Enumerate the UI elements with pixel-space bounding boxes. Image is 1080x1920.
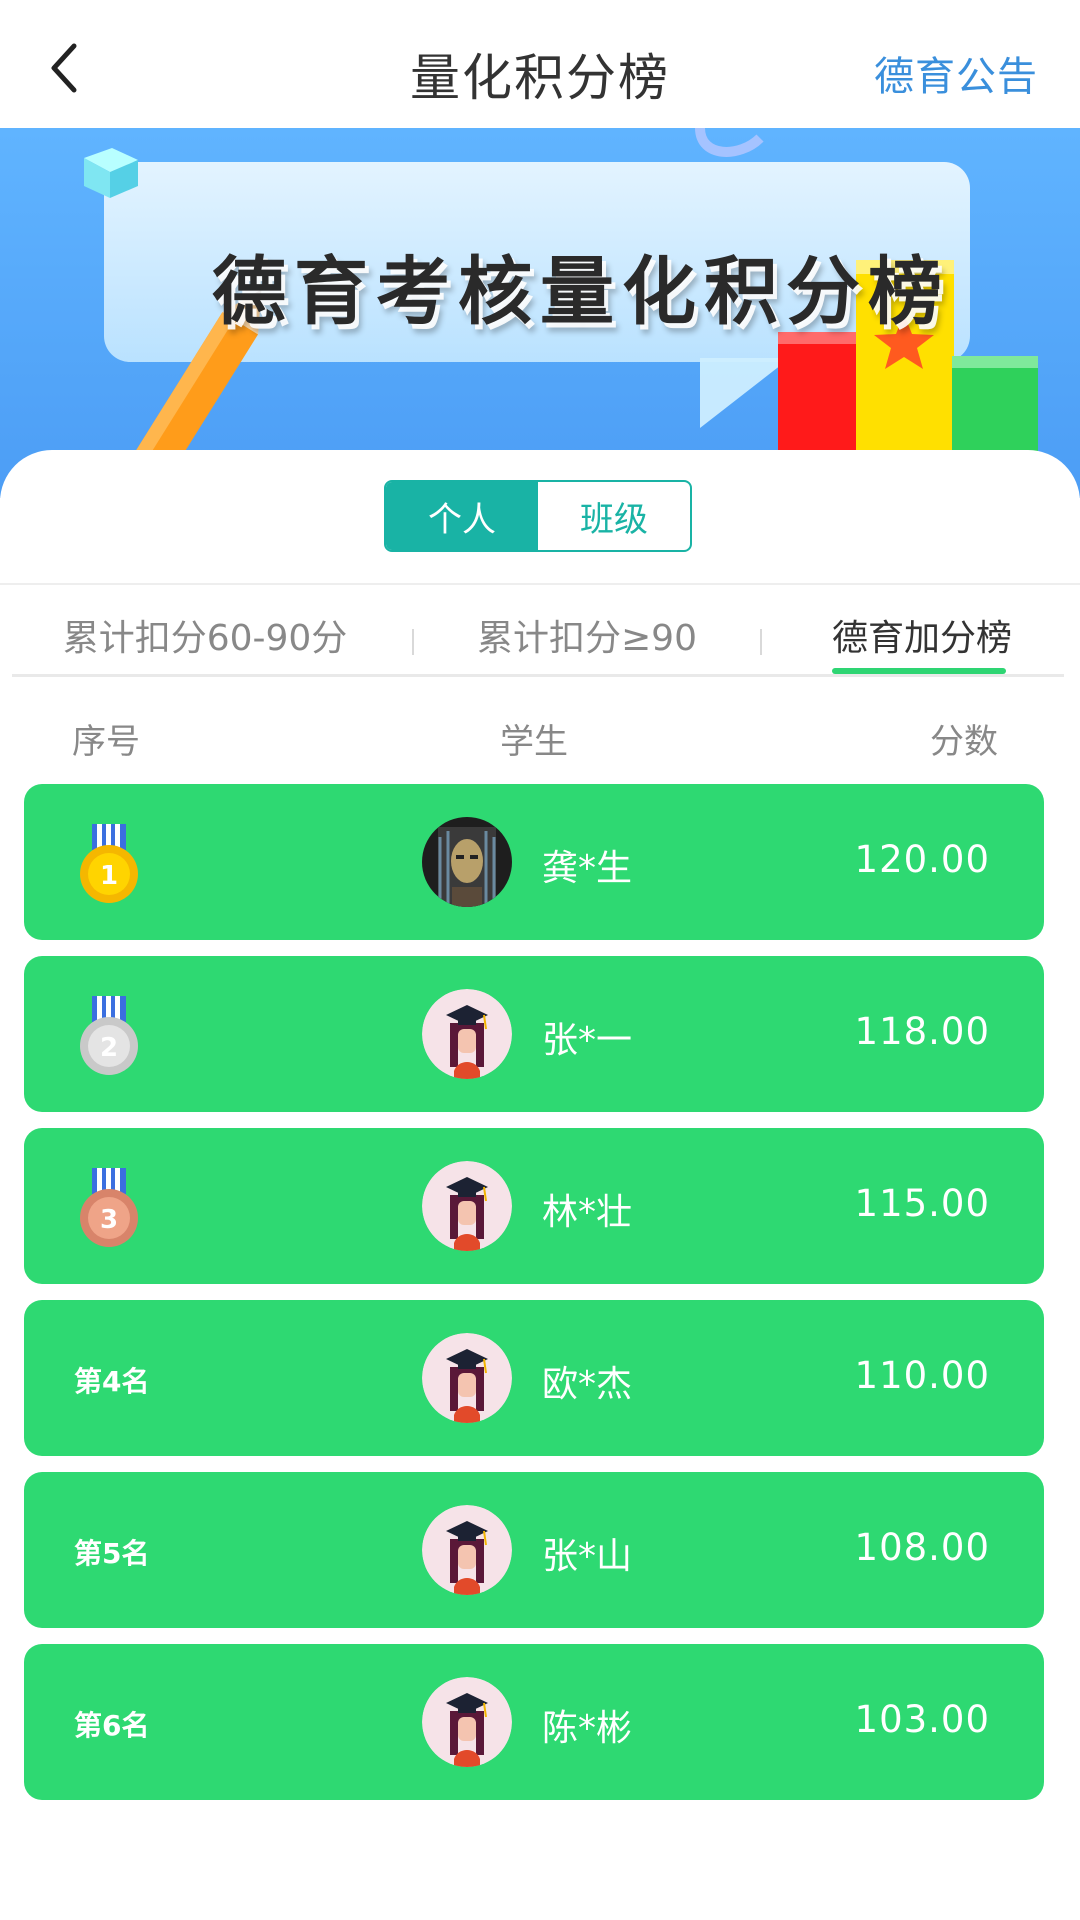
table-row[interactable]: 第6名 陈*彬 103.00 [24,1644,1044,1800]
table-row[interactable]: 2 张*一 118.00 [24,956,1044,1112]
svg-text:2: 2 [100,1033,118,1063]
student-score: 115.00 [854,1182,990,1225]
top-bar: 量化积分榜 德育公告 [0,0,1080,128]
banner: 德育考核量化积分榜 [0,128,1080,498]
student-name: 龚*生 [542,848,633,889]
rank-label: 第5名 [74,1537,150,1570]
student-score: 108.00 [854,1526,990,1569]
column-score-header: 分数 [930,722,998,762]
table-row[interactable]: 1 龚*生 120.00 [24,784,1044,940]
student-score: 120.00 [854,838,990,881]
table-row[interactable]: 第5名 张*山 108.00 [24,1472,1044,1628]
svg-text:1: 1 [100,861,118,891]
student-score: 110.00 [854,1354,990,1397]
segment-class[interactable]: 班级 [538,482,690,550]
student-score: 118.00 [854,1010,990,1053]
tab-deduction-60-90[interactable]: 累计扣分60-90分 [0,585,410,685]
app-root: 量化积分榜 德育公告 德育考核量化积分榜 个人 班级 累计扣分60-90分 累计… [0,0,1080,1920]
rank-label: 第4名 [74,1365,150,1398]
graduate-avatar [422,1677,512,1767]
student-name: 张*一 [542,1020,633,1061]
graduate-avatar [422,1505,512,1595]
student-name: 欧*杰 [542,1364,633,1405]
tab-separator [760,629,762,655]
graduate-avatar [422,989,512,1079]
graduate-avatar [422,1333,512,1423]
tab-deduction-over-90[interactable]: 累计扣分≥90 [414,585,760,685]
banner-title: 德育考核量化积分榜 [212,249,950,335]
graduate-avatar [422,1161,512,1251]
scope-segmented-control: 个人 班级 [384,480,692,552]
table-row[interactable]: 第4名 欧*杰 110.00 [24,1300,1044,1456]
student-name: 张*山 [542,1536,633,1577]
student-name: 林*壮 [542,1192,633,1233]
student-score: 103.00 [854,1698,990,1741]
masked-person-avatar [422,817,512,907]
silver-medal-icon: 2 [80,996,138,1075]
student-name: 陈*彬 [542,1708,633,1749]
leaderboard-card: 个人 班级 累计扣分60-90分 累计扣分≥90 德育加分榜 序号 学生 分数 … [0,450,1080,1920]
column-rank-header: 序号 [72,722,140,762]
table-row[interactable]: 3 林*壮 115.00 [24,1128,1044,1284]
bronze-medal-icon: 3 [80,1168,138,1247]
column-student-header: 学生 [500,722,568,762]
moral-announcement-link[interactable]: 德育公告 [874,44,1038,102]
svg-text:3: 3 [100,1205,118,1235]
gold-medal-icon: 1 [80,824,138,903]
tabs-divider [12,674,1064,677]
rank-label: 第6名 [74,1709,150,1742]
segment-individual[interactable]: 个人 [386,482,538,550]
